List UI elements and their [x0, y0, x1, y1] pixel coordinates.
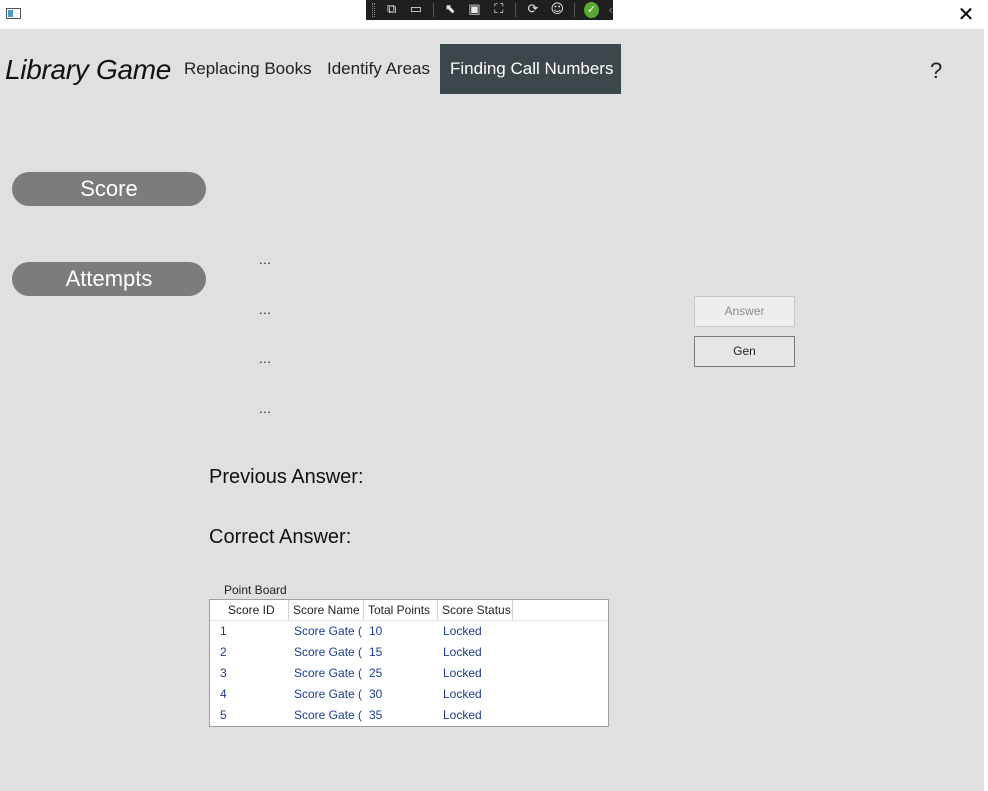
cell-score-name: Score Gate ( — [294, 666, 363, 680]
debug-toolbar: ⧉ ▭ ⬉ ▣ ⛶ ⟳ ☺ ✓ ‹ — [366, 0, 613, 20]
cell-score-id: 3 — [220, 666, 227, 680]
call-number-item-2[interactable]: ... — [259, 302, 271, 317]
tab-identify-areas[interactable]: Identify Areas — [317, 44, 440, 94]
toolbar-separator — [515, 3, 517, 17]
table-row[interactable]: 5 Score Gate ( 35 Locked — [210, 705, 608, 726]
cell-score-id: 1 — [220, 624, 227, 638]
table-row[interactable]: 2 Score Gate ( 15 Locked — [210, 642, 608, 663]
app-window-icon — [6, 8, 21, 19]
tab-replacing-books[interactable]: Replacing Books — [174, 44, 322, 94]
cell-score-id: 2 — [220, 645, 227, 659]
tab-finding-call-numbers[interactable]: Finding Call Numbers — [440, 44, 621, 94]
cell-score-name: Score Gate ( — [294, 708, 363, 722]
cell-total-points: 10 — [369, 624, 383, 638]
close-window-button[interactable]: ✕ — [956, 4, 976, 24]
cell-score-name: Score Gate ( — [294, 645, 363, 659]
cell-score-status: Locked — [443, 645, 482, 659]
column-header-total-points[interactable]: Total Points — [364, 600, 438, 620]
point-board-title: Point Board — [224, 583, 287, 597]
checkmark-status-icon[interactable]: ✓ — [583, 2, 600, 18]
table-row[interactable]: 3 Score Gate ( 25 Locked — [210, 663, 608, 684]
select-element-icon[interactable]: ⬉ — [443, 3, 458, 17]
column-header-score-status[interactable]: Score Status — [438, 600, 513, 620]
accessibility-icon[interactable]: ☺ — [550, 3, 565, 17]
point-board-grid[interactable]: Score ID Score Name Total Points Score S… — [209, 599, 609, 727]
previous-answer-label: Previous Answer: — [209, 466, 364, 488]
cell-score-id: 4 — [220, 687, 227, 701]
video-camera-icon[interactable]: ▭ — [408, 3, 423, 17]
cell-total-points: 15 — [369, 645, 383, 659]
window-border — [984, 29, 988, 791]
grid-header: Score ID Score Name Total Points Score S… — [210, 600, 608, 621]
cell-total-points: 25 — [369, 666, 383, 680]
display-layout-adorners-icon[interactable]: ▣ — [467, 3, 482, 17]
collapse-chevron-icon[interactable]: ‹ — [608, 3, 613, 17]
hot-reload-icon[interactable]: ⟳ — [525, 3, 540, 17]
help-button[interactable]: ? — [930, 58, 942, 84]
track-focus-icon[interactable]: ⛶ — [491, 3, 506, 17]
call-number-item-3[interactable]: ... — [259, 351, 271, 366]
cell-score-name: Score Gate ( — [294, 687, 363, 701]
cell-score-id: 5 — [220, 708, 227, 722]
call-number-item-1[interactable]: ... — [259, 252, 271, 267]
cell-score-status: Locked — [443, 666, 482, 680]
cell-score-status: Locked — [443, 687, 482, 701]
cell-score-status: Locked — [443, 708, 482, 722]
column-header-score-id[interactable]: Score ID — [210, 600, 289, 620]
app-title: Library Game — [5, 54, 172, 85]
table-row[interactable]: 4 Score Gate ( 30 Locked — [210, 684, 608, 705]
grid-rows: 1 Score Gate ( 10 Locked 2 Score Gate ( … — [210, 621, 608, 726]
cell-total-points: 30 — [369, 687, 383, 701]
attempts-pill: Attempts — [12, 262, 206, 296]
correct-answer-label: Correct Answer: — [209, 526, 352, 548]
toolbar-separator — [432, 3, 434, 17]
table-row[interactable]: 1 Score Gate ( 10 Locked — [210, 621, 608, 642]
cell-score-name: Score Gate ( — [294, 624, 363, 638]
live-visual-tree-icon[interactable]: ⧉ — [384, 3, 399, 17]
cell-score-status: Locked — [443, 624, 482, 638]
answer-button[interactable]: Answer — [694, 296, 795, 327]
score-pill: Score — [12, 172, 206, 206]
column-header-score-name[interactable]: Score Name — [289, 600, 364, 620]
gen-button[interactable]: Gen — [694, 336, 795, 367]
cell-total-points: 35 — [369, 708, 383, 722]
title-bar: ⧉ ▭ ⬉ ▣ ⛶ ⟳ ☺ ✓ ‹ ✕ — [0, 0, 988, 29]
toolbar-separator — [573, 3, 575, 17]
toolbar-grip-icon[interactable] — [372, 3, 375, 17]
call-number-item-4[interactable]: ... — [259, 401, 271, 416]
